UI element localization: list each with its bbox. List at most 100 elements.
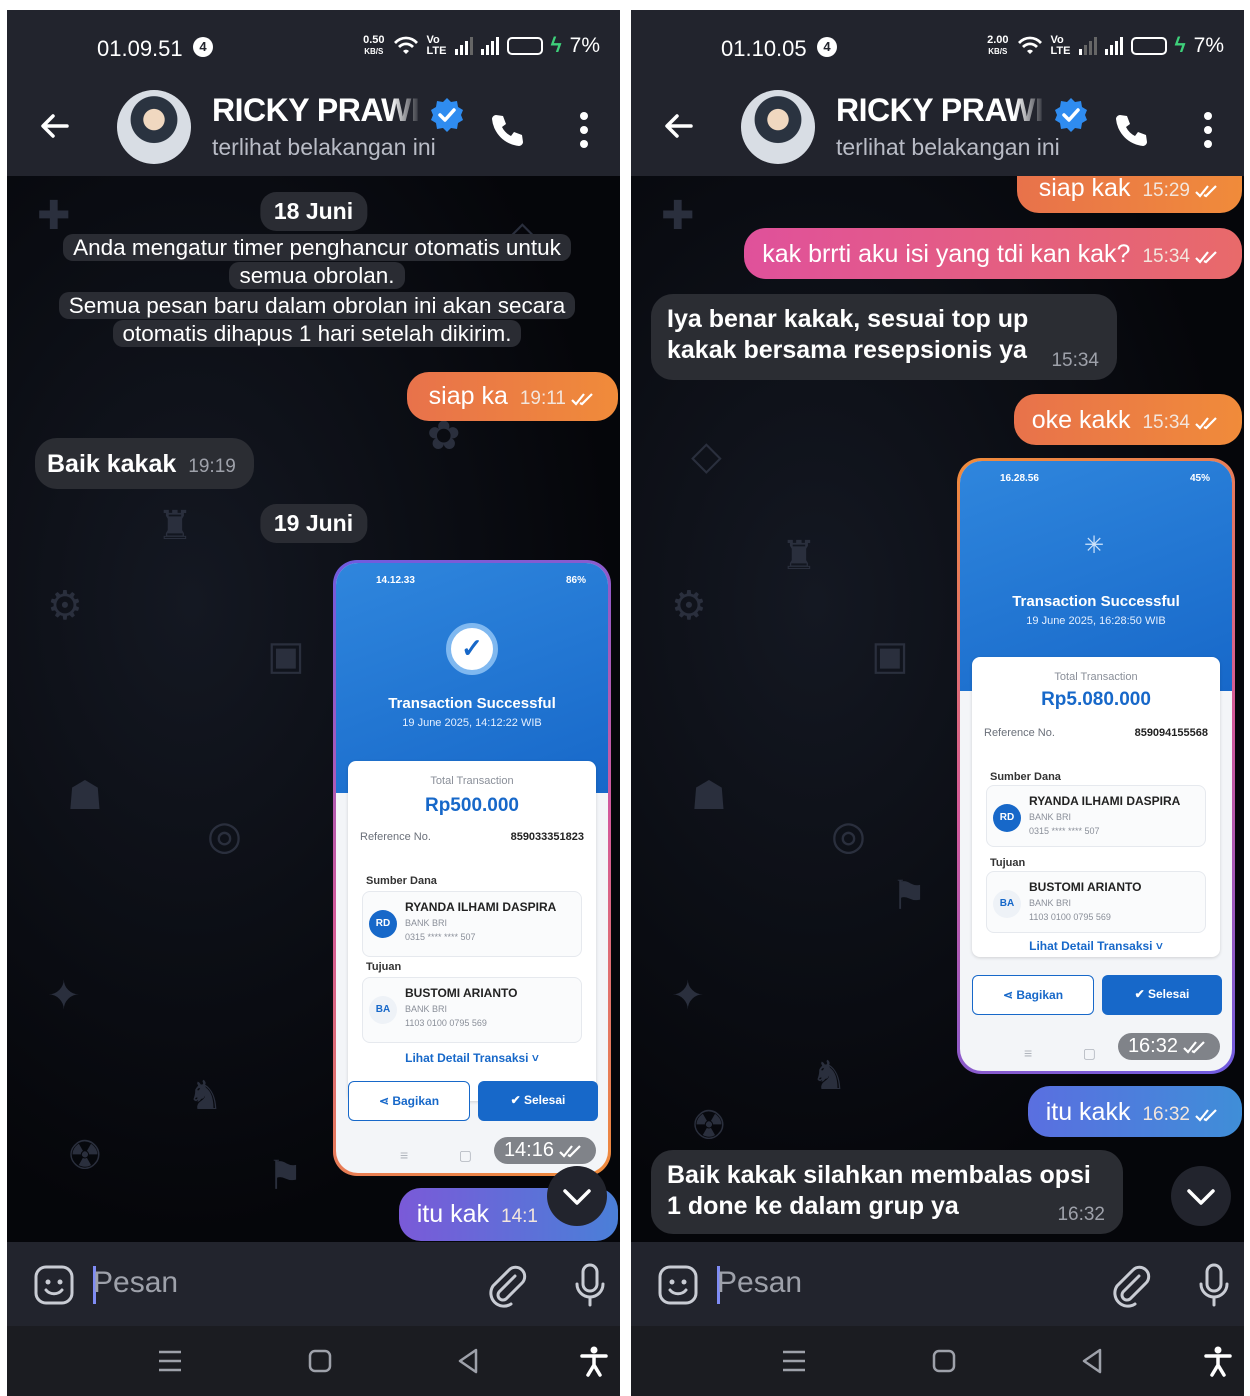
outgoing-message[interactable]: oke kakk 15:34 — [1013, 394, 1242, 445]
outgoing-message[interactable]: siap kak 15:29 — [1016, 176, 1242, 213]
outgoing-message[interactable]: kak brrti aku isi yang tdi kan kak? 15:34 — [744, 228, 1242, 279]
chat-area[interactable]: ✚ ◇ ⚙ ♜ ▣ ☗ ◎ ✦ ♞ ☢ ⚑ siap kak 15:29 kak … — [631, 176, 1244, 1242]
home-icon[interactable] — [303, 1344, 337, 1378]
tx-date: 19 June 2025, 16:28:50 WIB — [1026, 615, 1166, 627]
accessibility-icon[interactable] — [577, 1344, 611, 1378]
charging-icon: ϟ — [550, 34, 562, 57]
tx-status-bar: 14.12.33 86% — [376, 575, 586, 586]
home-icon[interactable] — [927, 1344, 961, 1378]
share-button: ⋖ Bagikan — [972, 975, 1094, 1015]
loading-icon: ✳ — [1084, 532, 1105, 559]
signal-icon — [454, 37, 473, 55]
tx-destination: BA BUSTOMI ARIANTO BANK BRI 1103 0100 07… — [362, 977, 582, 1043]
tx-title: Transaction Successful — [388, 695, 556, 712]
message-input[interactable] — [717, 1266, 1017, 1300]
scroll-down-button[interactable] — [1171, 1166, 1231, 1226]
incoming-message[interactable]: Baik kakak 19:19 — [35, 438, 254, 489]
tx-date: 19 June 2025, 14:12:22 WIB — [402, 717, 542, 729]
message-time: 14:16 — [493, 1137, 596, 1164]
tx-destination: BA BUSTOMI ARIANTO BANK BRI 1103 0100 07… — [986, 871, 1206, 933]
network-speed: 2.00 KB/S — [987, 34, 1009, 57]
outgoing-message[interactable]: itu kakk 16:32 — [1027, 1086, 1242, 1137]
system-nav-bar — [631, 1326, 1244, 1396]
battery-icon — [506, 37, 543, 55]
phone-icon[interactable] — [1111, 110, 1151, 150]
message-input-bar — [631, 1242, 1244, 1326]
message-input-bar — [7, 1242, 620, 1326]
phone-screen-right: 01.10.05 4 2.00 KB/S Vo LTE ϟ 7% RICKY PR… — [631, 10, 1244, 1396]
done-button: ✔ Selesai — [478, 1081, 598, 1121]
status-icons: 2.00 KB/S Vo LTE ϟ 7% — [987, 34, 1224, 58]
back-icon[interactable] — [451, 1344, 485, 1378]
paperclip-icon[interactable] — [485, 1262, 527, 1308]
transaction-screenshot-message[interactable]: 16.28.56 45% ✳ Transaction Successful 19 … — [957, 458, 1235, 1074]
signal-2-icon — [480, 37, 499, 55]
verified-badge-icon — [1055, 98, 1087, 132]
arrow-left-icon[interactable] — [659, 106, 699, 146]
verified-badge-icon — [431, 98, 463, 132]
system-message: Semua pesan baru dalam obrolan ini akan … — [37, 292, 597, 348]
transaction-screenshot-message[interactable]: 14.12.33 86% ✓ Transaction Successful 19 … — [333, 560, 611, 1176]
notification-count-badge: 4 — [817, 37, 837, 57]
status-icons: 0.50 KB/S Vo LTE ϟ 7% — [363, 34, 600, 58]
signal-icon — [1078, 37, 1097, 55]
tx-source: RD RYANDA ILHAMI DASPIRA BANK BRI 0315 *… — [362, 891, 582, 957]
chat-header: RICKY PRAWI terlihat belakangan ini — [7, 76, 620, 176]
tx-amount: Rp5.080.000 — [1041, 689, 1151, 710]
status-bar: 01.09.51 4 0.50 KB/S Vo LTE ϟ 7% — [7, 10, 620, 76]
incoming-message[interactable]: Baik kakak silahkan membalas opsi 1 done… — [651, 1150, 1123, 1234]
check-circle-icon: ✔ — [1134, 987, 1148, 1001]
more-vert-icon[interactable] — [578, 110, 590, 150]
sticker-icon[interactable] — [33, 1264, 75, 1306]
tx-status-bar: 16.28.56 45% — [1000, 473, 1210, 484]
accessibility-icon[interactable] — [1201, 1344, 1235, 1378]
contact-name[interactable]: RICKY PRAWI — [836, 92, 1046, 129]
signal-2-icon — [1104, 37, 1123, 55]
menu-icon[interactable] — [777, 1344, 811, 1378]
chat-header: RICKY PRAWI terlihat belakangan ini — [631, 76, 1244, 176]
battery-percent: 7% — [569, 34, 600, 57]
battery-percent: 7% — [1193, 34, 1224, 57]
volte-label: Vo LTE — [426, 34, 447, 57]
microphone-icon[interactable] — [573, 1262, 607, 1308]
phone-icon[interactable] — [487, 110, 527, 150]
arrow-left-icon[interactable] — [35, 106, 75, 146]
tx-detail-link: Lihat Detail Transaksi ˅ — [1029, 939, 1163, 953]
incoming-message[interactable]: Iya benar kakak, sesuai top up kakak ber… — [651, 294, 1117, 380]
system-nav-bar — [7, 1326, 620, 1396]
wifi-icon — [1017, 36, 1042, 54]
menu-icon[interactable] — [153, 1344, 187, 1378]
check-circle-icon: ✔ — [510, 1093, 524, 1107]
charging-icon: ϟ — [1174, 34, 1186, 57]
more-vert-icon[interactable] — [1202, 110, 1214, 150]
tx-source: RD RYANDA ILHAMI DASPIRA BANK BRI 0315 *… — [986, 785, 1206, 847]
wifi-icon — [393, 36, 418, 54]
network-speed: 0.50 KB/S — [363, 34, 385, 57]
chevron-down-icon — [563, 1189, 591, 1205]
outgoing-message[interactable]: siap ka 19:11 — [406, 372, 618, 421]
double-check-icon — [571, 393, 593, 406]
sticker-icon[interactable] — [657, 1264, 699, 1306]
status-bar: 01.10.05 4 2.00 KB/S Vo LTE ϟ 7% — [631, 10, 1244, 76]
back-icon[interactable] — [1075, 1344, 1109, 1378]
tx-title: Transaction Successful — [1012, 593, 1180, 610]
tx-reference: 859033351823 — [510, 831, 584, 843]
avatar[interactable] — [741, 90, 815, 164]
battery-icon — [1130, 37, 1167, 55]
tx-card: Total Transaction Rp5.080.000 Reference … — [972, 657, 1220, 957]
chat-area[interactable]: ✚ ◇ ⚙ ♜ ▣ ☗ ◎ ✦ ♞ ⚑ ☢ ✿ 18 Juni Anda men… — [7, 176, 620, 1242]
volte-label: Vo LTE — [1050, 34, 1071, 57]
status-time: 01.09.51 — [97, 36, 183, 61]
tx-detail-link: Lihat Detail Transaksi ˅ — [405, 1051, 539, 1065]
avatar[interactable] — [117, 90, 191, 164]
last-seen-status: terlihat belakangan ini — [212, 134, 436, 160]
contact-name[interactable]: RICKY PRAWI — [212, 92, 422, 129]
paperclip-icon[interactable] — [1109, 1262, 1151, 1308]
microphone-icon[interactable] — [1197, 1262, 1231, 1308]
system-message: Anda mengatur timer penghancur otomatis … — [37, 234, 597, 290]
message-input[interactable] — [93, 1266, 393, 1300]
scroll-down-button[interactable] — [547, 1166, 607, 1226]
tx-card: Total Transaction Rp500.000 Reference No… — [348, 761, 596, 1101]
date-chip: 18 Juni — [259, 192, 368, 231]
tx-reference: 859094155568 — [1134, 727, 1208, 739]
